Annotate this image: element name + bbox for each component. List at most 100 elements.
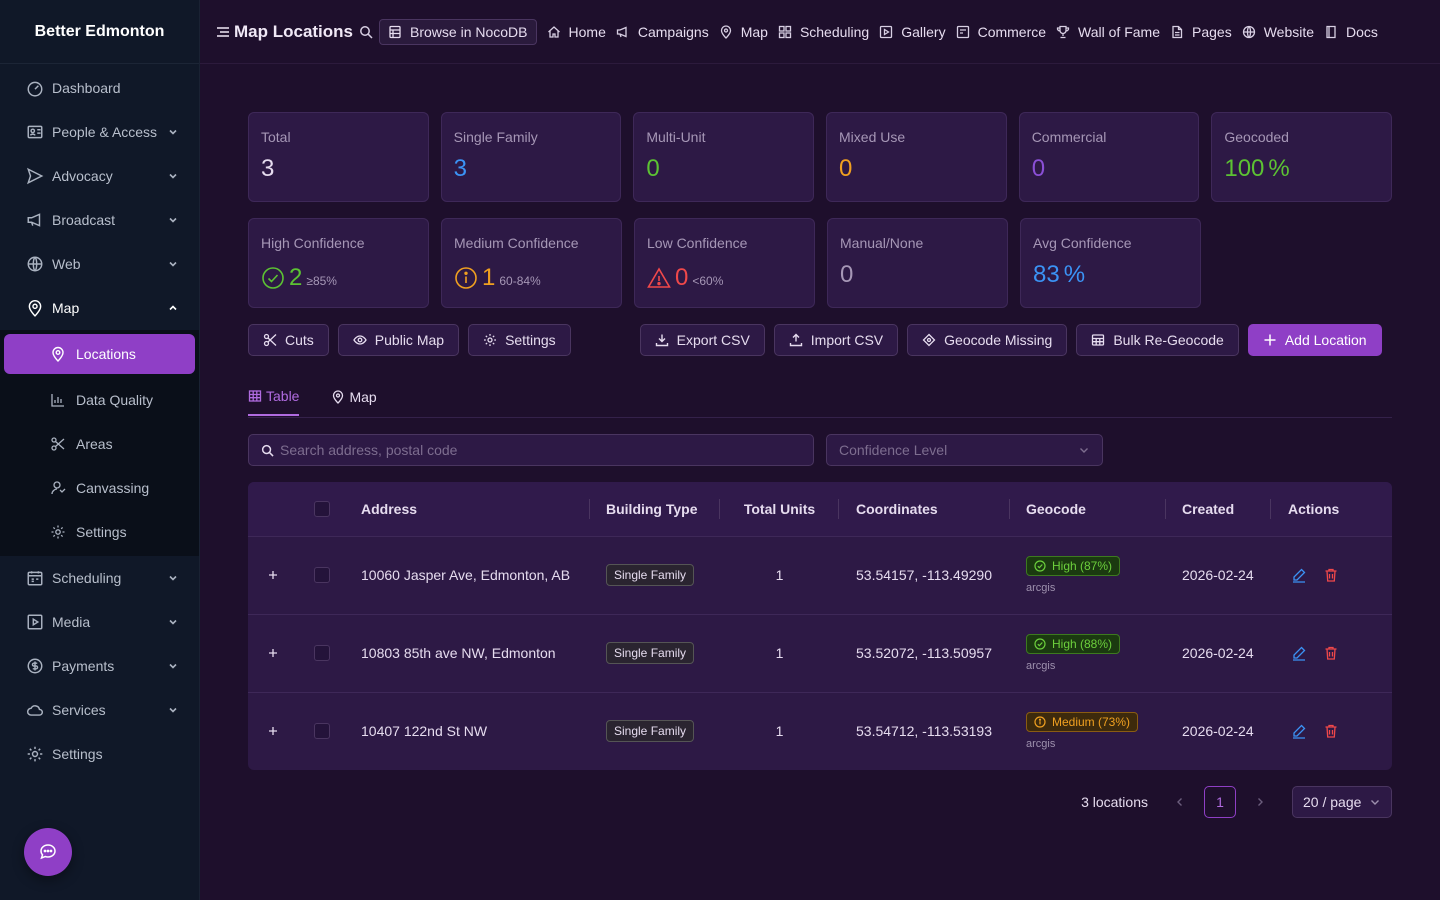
stat-value: 1 60-84%: [454, 261, 609, 295]
sidebar-subitem-canvassing[interactable]: Canvassing: [0, 466, 199, 510]
top-link-wall-of-fame[interactable]: Wall of Fame: [1056, 24, 1160, 40]
row-actions: [1291, 645, 1392, 661]
stat-value: 0: [839, 155, 994, 183]
sidebar-item-label: Advocacy: [52, 168, 113, 184]
tab-table[interactable]: Table: [248, 378, 300, 416]
sidebar-item-broadcast[interactable]: Broadcast: [0, 198, 199, 242]
menu-list-icon[interactable]: [216, 25, 230, 39]
edit-icon[interactable]: [1291, 723, 1307, 739]
chevron-right-icon: [1258, 798, 1263, 806]
top-link-gallery[interactable]: Gallery: [879, 24, 946, 40]
chevron-down-icon: [169, 129, 177, 135]
header-address[interactable]: Address: [361, 482, 590, 536]
database-table-icon: [389, 25, 401, 38]
table-row: 10803 85th ave NW, Edmonton Single Famil…: [248, 614, 1392, 692]
row-checkbox[interactable]: [314, 723, 330, 740]
delete-icon[interactable]: [1323, 723, 1339, 739]
sidebar-item-map[interactable]: Map: [0, 286, 199, 330]
check-circle-icon: [262, 267, 284, 289]
public-map-button[interactable]: Public Map: [337, 324, 460, 356]
add-location-button[interactable]: Add Location: [1247, 324, 1382, 356]
geocode-missing-button[interactable]: Geocode Missing: [907, 324, 1068, 356]
geocode-source: arcgis: [1026, 660, 1056, 672]
top-link-label: Website: [1263, 23, 1315, 40]
sidebar-subitem-data-quality[interactable]: Data Quality: [0, 378, 199, 422]
delete-icon[interactable]: [1323, 645, 1339, 661]
browse-nocodb-label: Browse in NocoDB: [410, 23, 528, 40]
stat-label: Commercial: [1031, 129, 1107, 145]
sidebar-subitem-areas[interactable]: Areas: [0, 422, 199, 466]
row-checkbox[interactable]: [314, 645, 330, 661]
expand-row-icon[interactable]: [264, 722, 282, 740]
row-checkbox[interactable]: [314, 567, 330, 583]
top-link-pages[interactable]: Pages: [1170, 24, 1232, 40]
dashboard-icon: [27, 81, 43, 97]
sidebar-subitem-settings[interactable]: Settings: [0, 510, 199, 554]
delete-icon[interactable]: [1323, 567, 1339, 583]
search-icon[interactable]: [359, 25, 373, 39]
settings-button[interactable]: Settings: [468, 324, 571, 356]
brand-logo[interactable]: Better Edmonton: [0, 0, 199, 64]
stat-value: 2 ≥85%: [261, 261, 416, 295]
top-link-commerce[interactable]: Commerce: [956, 24, 1046, 40]
top-link-map[interactable]: Map: [719, 24, 768, 40]
top-link-label: Home: [568, 23, 606, 40]
button-label: Import CSV: [810, 332, 884, 348]
top-link-website[interactable]: Website: [1242, 24, 1314, 40]
sidebar-item-services[interactable]: Services: [0, 688, 199, 732]
chevron-down-icon: [169, 217, 177, 223]
row-actions: [1291, 567, 1392, 583]
stat-unit: %: [1063, 261, 1086, 288]
pagination: 3 locations 1 20 / page: [248, 786, 1392, 818]
button-label: Add Location: [1284, 332, 1367, 348]
page-number-button[interactable]: 1: [1204, 786, 1236, 818]
import-csv-button[interactable]: Import CSV: [773, 324, 899, 356]
top-link-scheduling[interactable]: Scheduling: [778, 24, 869, 40]
top-link-label: Campaigns: [637, 23, 709, 40]
stat-number: 0: [840, 261, 854, 288]
edit-icon[interactable]: [1291, 567, 1307, 583]
sidebar-item-dashboard[interactable]: Dashboard: [0, 66, 199, 110]
header-geocode[interactable]: Geocode: [1010, 482, 1166, 536]
expand-row-icon[interactable]: [264, 566, 282, 584]
globe-icon: [27, 256, 43, 272]
page-size-select[interactable]: 20 / page: [1292, 786, 1392, 818]
sidebar-item-settings[interactable]: Settings: [0, 732, 199, 776]
sidebar-item-people-access[interactable]: People & Access: [0, 110, 199, 154]
cell-coordinates: 53.54157, -113.49290: [856, 567, 992, 583]
next-page-button[interactable]: [1244, 786, 1276, 818]
top-link-campaigns[interactable]: Campaigns: [616, 24, 709, 40]
sidebar-item-label: Broadcast: [52, 212, 116, 228]
tab-map[interactable]: Map: [331, 378, 377, 416]
stat-label: Avg Confidence: [1033, 235, 1132, 251]
sidebar-item-advocacy[interactable]: Advocacy: [0, 154, 199, 198]
header-coordinates[interactable]: Coordinates: [839, 482, 1010, 536]
search-input[interactable]: [280, 442, 813, 458]
sidebar-item-scheduling[interactable]: Scheduling: [0, 556, 199, 600]
sidebar-subitem-locations[interactable]: Locations: [4, 334, 195, 374]
export-csv-button[interactable]: Export CSV: [639, 324, 765, 356]
chat-button[interactable]: [24, 828, 72, 876]
top-link-docs[interactable]: Docs: [1324, 24, 1378, 40]
top-link-home[interactable]: Home: [547, 24, 606, 40]
building-type-tag: Single Family: [606, 720, 695, 743]
confidence-level-select[interactable]: Confidence Level: [826, 434, 1103, 466]
browse-nocodb-button[interactable]: Browse in NocoDB: [379, 18, 537, 45]
select-all-checkbox[interactable]: [314, 500, 330, 517]
sidebar-item-label: People & Access: [52, 124, 158, 140]
cuts-button[interactable]: Cuts: [248, 324, 329, 356]
search-field[interactable]: [248, 434, 814, 466]
expand-row-icon[interactable]: [264, 644, 282, 662]
prev-page-button[interactable]: [1164, 786, 1196, 818]
sidebar-item-payments[interactable]: Payments: [0, 644, 199, 688]
bulk-regeocode-button[interactable]: Bulk Re-Geocode: [1076, 324, 1239, 356]
sidebar-item-media[interactable]: Media: [0, 600, 199, 644]
edit-icon[interactable]: [1291, 645, 1307, 661]
cell-created: 2026-02-24: [1182, 723, 1254, 740]
stat-label: Single Family: [453, 129, 538, 145]
header-building-type[interactable]: Building Type: [590, 482, 720, 536]
stats-row-confidence: High Confidence 2 ≥85% Medium Confidence…: [248, 218, 1392, 308]
sidebar-item-web[interactable]: Web: [0, 242, 199, 286]
header-created[interactable]: Created: [1166, 482, 1271, 536]
header-total-units[interactable]: Total Units: [720, 482, 839, 536]
